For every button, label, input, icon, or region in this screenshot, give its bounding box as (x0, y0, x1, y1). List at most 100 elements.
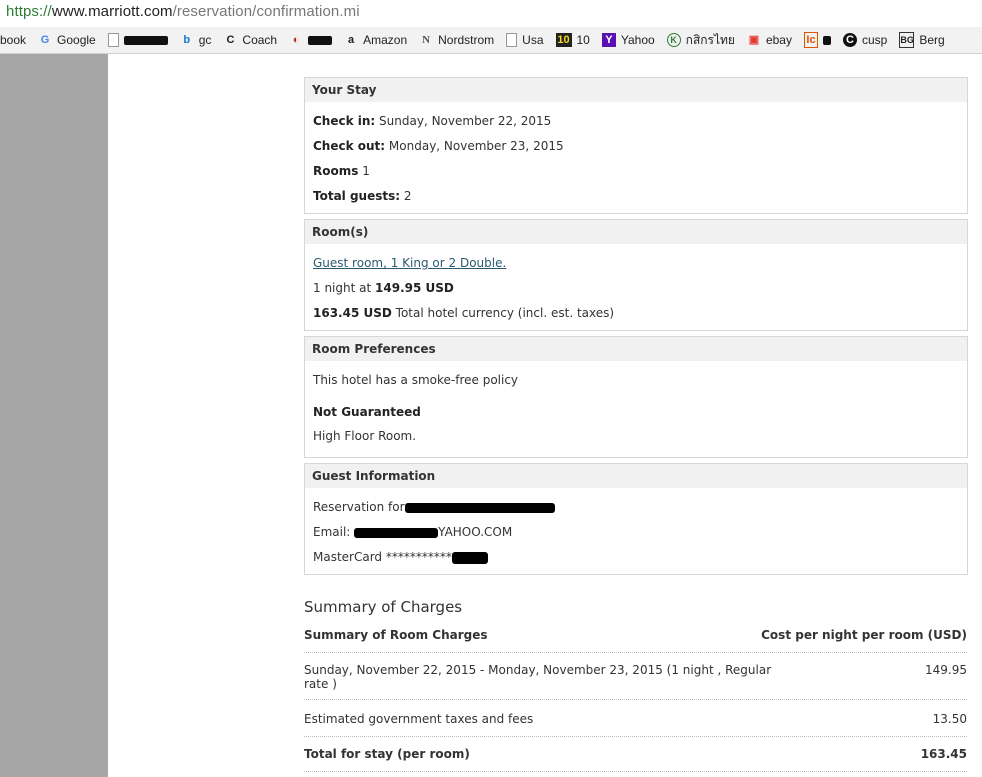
total-stay-label: Total for stay (per room) (304, 747, 470, 761)
your-stay-panel: Your Stay Check in: Sunday, November 22,… (304, 77, 968, 214)
rooms-row: Rooms 1 (313, 164, 370, 178)
tax-row: Estimated government taxes and fees 13.5… (304, 712, 967, 737)
ic-icon: Ic (803, 32, 818, 48)
preferences-title: Room Preferences (305, 337, 967, 361)
checkin-row: Check in: Sunday, November 22, 2015 (313, 114, 551, 128)
nordstrom-icon: N (422, 34, 431, 46)
bookmark-berg[interactable]: BG Berg (899, 32, 945, 48)
redaction-mark (451, 551, 488, 564)
bookmark-label: 10 (576, 33, 590, 47)
url-path: /reservation/confirmation.mi (172, 3, 360, 20)
url-protocol: https:// (6, 3, 52, 20)
bookmark-10[interactable]: 10 10 (555, 33, 590, 47)
berg-icon: BG (899, 32, 915, 48)
night-rate: 149.95 USD (375, 281, 454, 295)
url-text[interactable]: https://www.marriott.com/reservation/con… (6, 3, 360, 20)
bookmark-label: กสิกรไทย (685, 32, 735, 47)
amazon-icon: a (348, 34, 355, 46)
tax-label: Estimated government taxes and fees (304, 712, 534, 726)
redaction-mark (822, 35, 831, 45)
total-row: 163.45 USD Total hotel currency (incl. e… (313, 306, 614, 320)
tax-value: 13.50 (932, 712, 967, 726)
charge-value: 149.95 (925, 663, 967, 677)
bookmark-label: gc (198, 33, 212, 47)
summary-header-right: Cost per night per room (USD) (761, 628, 967, 642)
room-type-link[interactable]: Guest room, 1 King or 2 Double. (313, 256, 506, 270)
rooms-value: 1 (362, 164, 370, 178)
rooms-panel: Room(s) Guest room, 1 King or 2 Double. … (304, 219, 968, 331)
checkout-row: Check out: Monday, November 23, 2015 (313, 139, 564, 153)
red-logo-icon: ◐ (292, 34, 300, 46)
bookmark-kbank[interactable]: K กสิกรไทย (666, 31, 735, 50)
bookmark-book[interactable]: book (0, 33, 26, 47)
bookmark-label: book (0, 33, 27, 47)
redaction-mark (123, 35, 168, 45)
url-host: www.marriott.com (51, 3, 173, 20)
preferences-panel: Room Preferences This hotel has a smoke-… (304, 336, 968, 458)
bookmark-ebay[interactable]: ▣ ebay (747, 33, 792, 47)
checkin-value: Sunday, November 22, 2015 (379, 114, 552, 128)
bookmark-nordstrom[interactable]: N Nordstrom (419, 33, 494, 47)
summary-title: Summary of Charges (304, 598, 463, 616)
rooms-label: Rooms (313, 164, 359, 178)
checkout-value: Monday, November 23, 2015 (388, 139, 564, 153)
not-guaranteed: Not Guaranteed (313, 405, 421, 419)
checkin-label: Check in: (313, 114, 376, 128)
kbank-icon: K (666, 33, 681, 47)
guests-label: Total guests: (313, 189, 401, 203)
email-label: Email: (313, 525, 351, 539)
night-rate-row: 1 night at 149.95 USD (313, 281, 454, 295)
bookmark-redacted-2[interactable]: ◐ (289, 33, 333, 47)
summary-header: Summary of Room Charges Cost per night p… (304, 628, 967, 653)
bookmark-google[interactable]: G Google (38, 33, 96, 47)
address-bar[interactable]: https://www.marriott.com/reservation/con… (0, 0, 982, 27)
ebay-icon: ▣ (748, 34, 760, 46)
email-row: Email: YAHOO.COM (313, 525, 512, 539)
rooms-title: Room(s) (305, 220, 967, 244)
email-suffix: YAHOO.COM (438, 525, 513, 539)
bookmark-gc[interactable]: b gc (180, 33, 212, 47)
page-icon (107, 33, 119, 47)
total-amount: 163.45 USD (313, 306, 392, 320)
bookmark-redacted-3[interactable]: Ic (803, 32, 831, 48)
reservation-for-row: Reservation for (313, 500, 555, 514)
bookmark-label: Nordstrom (438, 33, 495, 47)
floor-preference: High Floor Room. (313, 429, 417, 443)
charge-label-line1: Sunday, November 22, 2015 - Monday, Nove… (304, 663, 772, 677)
cusp-icon: C (842, 33, 857, 47)
bookmark-yahoo[interactable]: Y Yahoo (601, 33, 655, 47)
bookmark-label: Amazon (363, 33, 408, 47)
total-stay-value: 163.45 (920, 747, 967, 761)
total-stay-row: Total for stay (per room) 163.45 (304, 747, 967, 772)
yahoo-icon: Y (601, 33, 616, 47)
bookmark-label: ebay (765, 33, 792, 47)
reservation-label: Reservation for (313, 500, 405, 514)
guest-info-panel: Guest Information Reservation for Email:… (304, 463, 968, 575)
bookmark-label: cusp (861, 33, 888, 47)
bookmark-label: Yahoo (620, 33, 655, 47)
redaction-mark (308, 35, 333, 45)
ten-icon: 10 (555, 33, 572, 47)
guests-value: 2 (403, 189, 412, 203)
left-gutter (0, 54, 108, 777)
your-stay-title: Your Stay (305, 78, 967, 102)
google-icon: G (40, 34, 50, 46)
bookmark-redacted-1[interactable] (107, 33, 168, 47)
summary-header-left: Summary of Room Charges (304, 628, 488, 642)
bookmark-label: Berg (919, 33, 945, 47)
night-prefix: 1 night at (313, 281, 372, 295)
charge-row: Sunday, November 22, 2015 - Monday, Nove… (304, 663, 967, 700)
guests-row: Total guests: 2 (313, 189, 412, 203)
bookmark-usa[interactable]: Usa (506, 33, 544, 47)
total-suffix: Total hotel currency (incl. est. taxes) (395, 306, 615, 320)
card-row: MasterCard *********** (313, 550, 488, 564)
bookmark-coach[interactable]: C Coach (223, 33, 277, 47)
page-icon (506, 33, 518, 47)
card-label: MasterCard *********** (313, 550, 452, 564)
room-type-row: Guest room, 1 King or 2 Double. (313, 256, 506, 270)
checkout-label: Check out: (313, 139, 386, 153)
guest-info-title: Guest Information (305, 464, 967, 488)
bookmark-amazon[interactable]: a Amazon (344, 33, 407, 47)
coach-icon: C (226, 34, 235, 46)
bookmark-cusp[interactable]: C cusp (842, 33, 888, 47)
